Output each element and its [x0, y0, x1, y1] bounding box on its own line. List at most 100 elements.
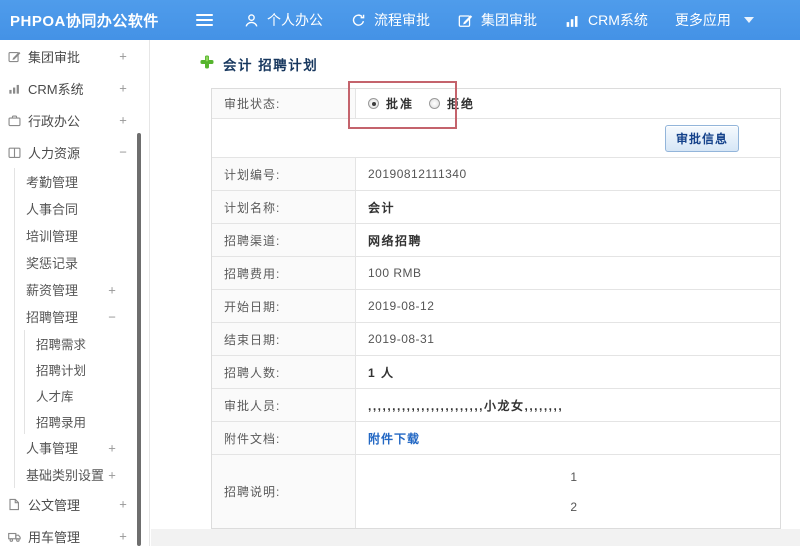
radio-reject-label: 拒绝 — [447, 97, 476, 111]
table-row-approval-status: 审批状态: 批准 拒绝 — [212, 89, 780, 119]
sidebar-item-rewards[interactable]: 奖惩记录 — [15, 249, 149, 276]
nav-item-group-approval[interactable]: 集团审批 — [457, 10, 537, 30]
page-title: 会计 招聘计划 — [200, 54, 318, 74]
truck-icon — [7, 529, 22, 544]
page-background — [151, 529, 800, 546]
top-navigation: 个人办公 流程审批 集团审批 CRM系统 更多应用 — [243, 10, 781, 30]
nav-item-label: 个人办公 — [267, 12, 323, 28]
nav-item-workflow-approval[interactable]: 流程审批 — [350, 10, 430, 30]
sidebar-item-base-category[interactable]: 基础类别设置 + — [15, 461, 149, 488]
sidebar-item-label: 招聘计划 — [36, 363, 87, 378]
attachment-download-link[interactable]: 附件下载 — [368, 430, 420, 447]
sidebar-item-training[interactable]: 培训管理 — [15, 222, 149, 249]
approval-status-options: 批准 拒绝 — [356, 89, 780, 118]
table-row-recruit-cost: 招聘费用: 100 RMB — [212, 257, 780, 290]
sidebar-item-recruit-plan[interactable]: 招聘计划 — [25, 356, 149, 382]
expand-toggle[interactable]: + — [117, 49, 129, 64]
sidebar-item-talent-pool[interactable]: 人才库 — [25, 382, 149, 408]
sidebar-item-attendance[interactable]: 考勤管理 — [15, 168, 149, 195]
collapse-toggle[interactable]: − — [106, 309, 118, 324]
field-label: 附件文档: — [212, 422, 356, 454]
sidebar-item-label: 用车管理 — [28, 529, 81, 545]
approve-info-button[interactable]: 审批信息 — [664, 124, 739, 152]
nav-item-label: 流程审批 — [374, 12, 430, 28]
sidebar-item-human-resources[interactable]: 人力资源 − — [0, 136, 149, 168]
sidebar-item-label: 奖惩记录 — [26, 256, 79, 271]
sidebar-item-label: 招聘需求 — [36, 337, 87, 352]
nav-item-label: 更多应用 — [674, 12, 731, 28]
field-label: 招聘人数: — [212, 356, 356, 388]
table-row-headcount: 招聘人数: 1 人 — [212, 356, 780, 389]
field-label: 计划编号: — [212, 158, 356, 190]
table-row-attachment: 附件文档: 附件下载 — [212, 422, 780, 455]
sidebar-item-personnel-mgmt[interactable]: 人事管理 + — [15, 434, 149, 461]
field-value: 20190812111340 — [368, 167, 467, 181]
field-value: ,,,,,,,,,,,,,,,,,,,,,,,,小龙女,,,,,,,, — [368, 398, 564, 413]
field-label: 计划名称: — [212, 191, 356, 223]
sidebar-item-recruit-demand[interactable]: 招聘需求 — [25, 330, 149, 356]
expand-toggle[interactable]: + — [106, 467, 118, 482]
radio-reject[interactable] — [429, 98, 441, 109]
field-label: 审批状态: — [212, 89, 356, 118]
sidebar-item-label: 基础类别设置 — [26, 468, 105, 483]
top-header-bar: PHPOA协同办公软件 个人办公 流程审批 集团审批 CRM系统 更多应用 — [0, 0, 800, 40]
expand-toggle[interactable]: + — [117, 81, 129, 96]
sidebar-item-label: 招聘管理 — [26, 310, 79, 325]
plus-icon — [200, 55, 214, 74]
field-value: 会计 — [368, 200, 396, 215]
person-icon — [243, 12, 260, 29]
table-row-plan-name: 计划名称: 会计 — [212, 191, 780, 224]
recruit-submenu: 招聘需求 招聘计划 人才库 招聘录用 — [24, 330, 149, 434]
table-row-plan-number: 计划编号: 20190812111340 — [212, 158, 780, 191]
sidebar-item-recruit-hire[interactable]: 招聘录用 — [25, 408, 149, 434]
description-line: 2 — [570, 499, 578, 514]
table-row-end-date: 结束日期: 2019-08-31 — [212, 323, 780, 356]
table-row-approve-action: 审批信息 — [212, 119, 780, 158]
table-row-start-date: 开始日期: 2019-08-12 — [212, 290, 780, 323]
table-row-description: 招聘说明: 1 2 — [212, 455, 780, 528]
radio-approve[interactable] — [368, 98, 379, 109]
sidebar-item-label: 招聘录用 — [36, 415, 87, 430]
field-value: 100 RMB — [368, 266, 422, 280]
sidebar-item-hr-contract[interactable]: 人事合同 — [15, 195, 149, 222]
field-label: 招聘说明: — [212, 455, 356, 528]
sidebar-scrollbar-thumb[interactable] — [137, 133, 141, 546]
radio-approve-label: 批准 — [386, 97, 415, 111]
sidebar-item-label: 培训管理 — [26, 229, 79, 244]
sidebar-item-vehicle-mgmt[interactable]: 用车管理 + — [0, 520, 149, 546]
field-value: 网络招聘 — [368, 233, 423, 248]
chart-icon — [7, 81, 22, 96]
sidebar-item-salary[interactable]: 薪资管理 + — [15, 276, 149, 303]
sidebar-item-label: 人事合同 — [26, 202, 79, 217]
sidebar-item-group-approval[interactable]: 集团审批 + — [0, 40, 149, 72]
sidebar-item-recruit-mgmt[interactable]: 招聘管理 − — [15, 303, 149, 330]
sidebar-item-label: 集团审批 — [28, 49, 81, 65]
sidebar-item-crm-system[interactable]: CRM系统 + — [0, 72, 149, 104]
nav-item-crm-system[interactable]: CRM系统 — [564, 10, 648, 30]
expand-toggle[interactable]: + — [106, 440, 118, 455]
caret-down-icon — [743, 17, 754, 23]
briefcase-icon — [7, 113, 22, 128]
field-label: 开始日期: — [212, 290, 356, 322]
nav-item-personal-office[interactable]: 个人办公 — [243, 10, 323, 30]
recruit-plan-detail-table: 审批状态: 批准 拒绝 审批信息 计划编号: 20190812111340 计划… — [211, 88, 781, 529]
sidebar-item-documents[interactable]: 公文管理 + — [0, 488, 149, 520]
field-value: 2019-08-12 — [368, 299, 435, 313]
menu-toggle-icon[interactable] — [196, 11, 213, 29]
expand-toggle[interactable]: + — [106, 282, 118, 297]
edit-icon — [7, 49, 22, 64]
collapse-toggle[interactable]: − — [117, 145, 129, 160]
doc-icon — [7, 497, 22, 512]
sidebar-item-label: 人才库 — [36, 389, 74, 404]
sidebar-item-admin-office[interactable]: 行政办公 + — [0, 104, 149, 136]
expand-toggle[interactable]: + — [117, 529, 129, 544]
page-title-text: 会计 招聘计划 — [223, 58, 319, 73]
field-value: 2019-08-31 — [368, 332, 435, 346]
nav-item-more-apps[interactable]: 更多应用 — [675, 10, 754, 30]
expand-toggle[interactable]: + — [117, 113, 129, 128]
sidebar-item-label: 人事管理 — [26, 441, 79, 456]
sidebar-item-label: 人力资源 — [28, 145, 81, 161]
expand-toggle[interactable]: + — [117, 497, 129, 512]
field-label: 审批人员: — [212, 389, 356, 421]
field-value: 1 人 — [368, 365, 395, 380]
